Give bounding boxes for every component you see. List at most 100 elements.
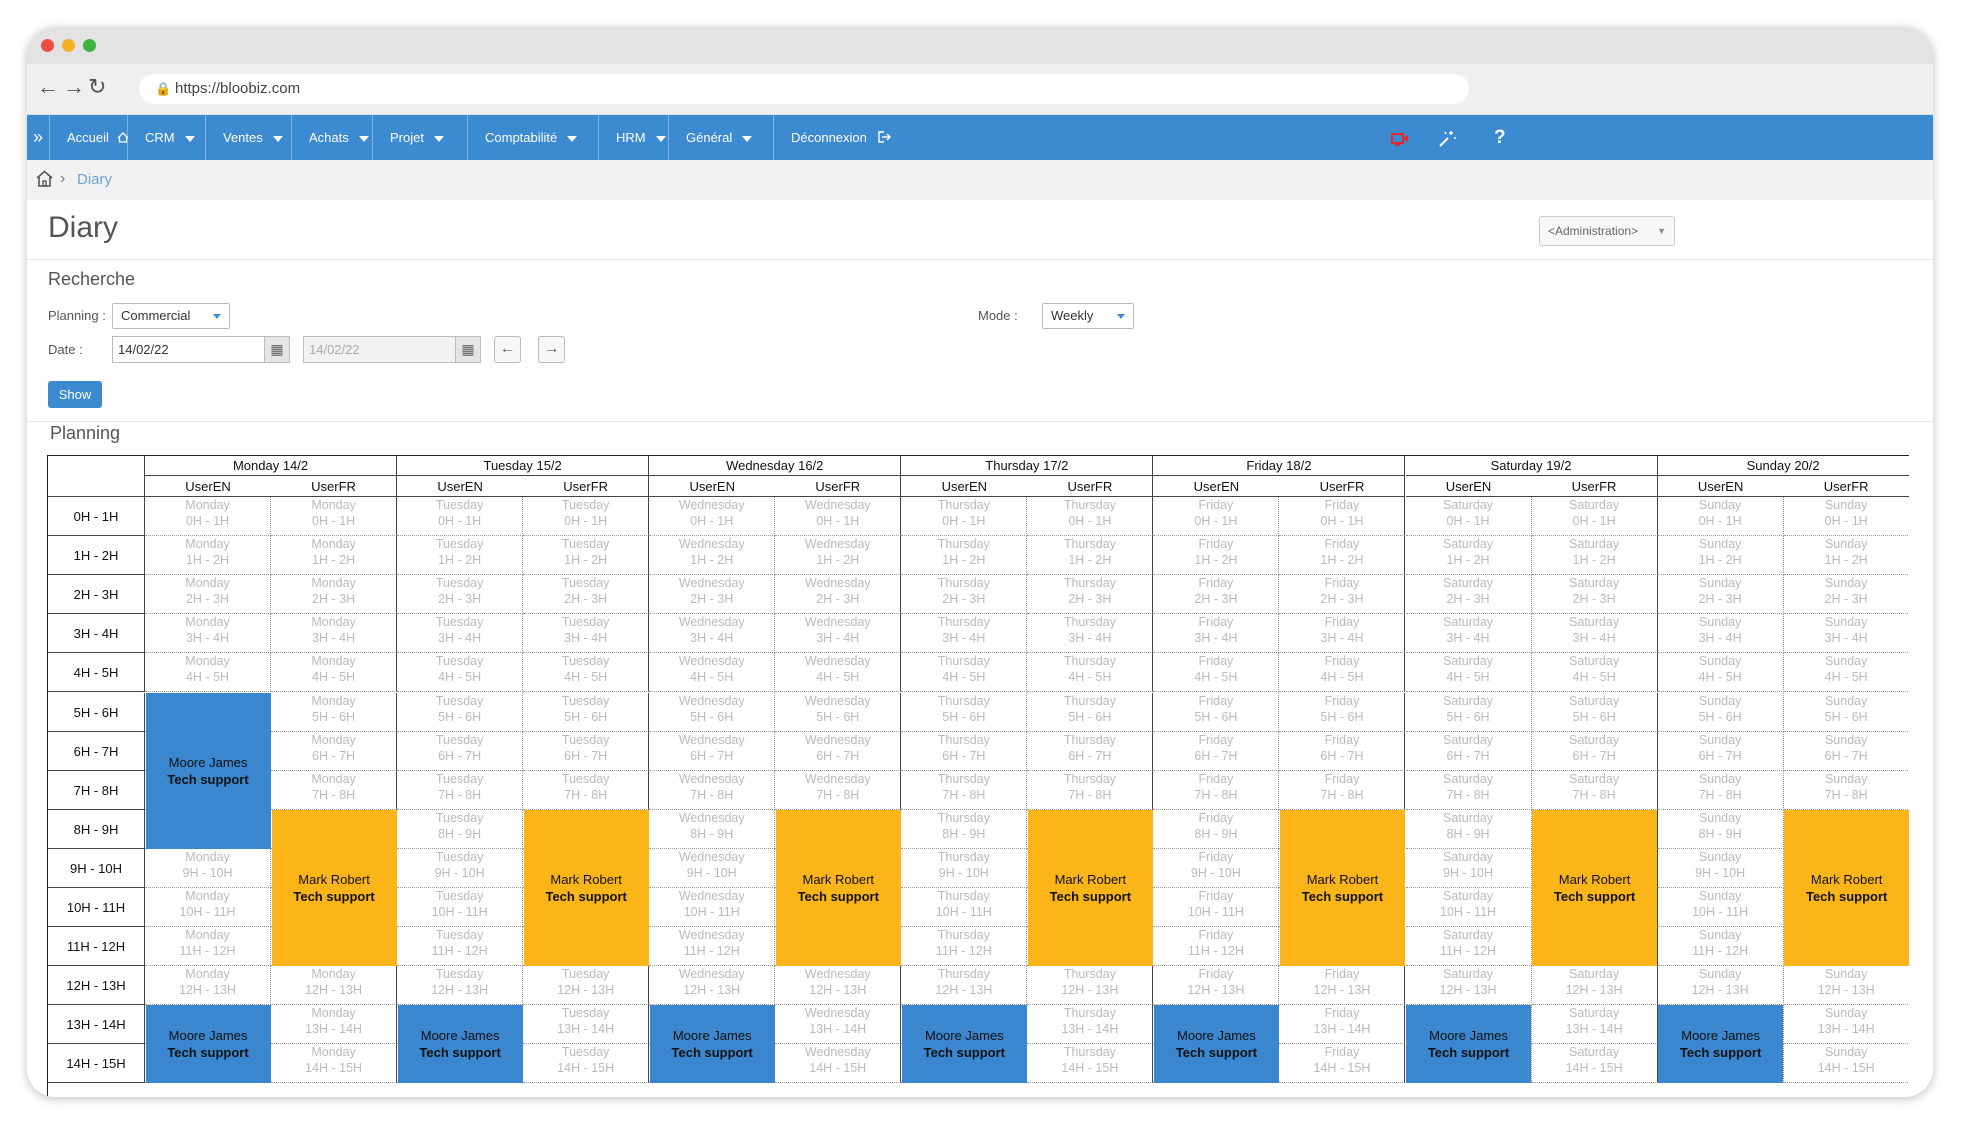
calendar-cell[interactable]: Friday 7H - 8H bbox=[1279, 770, 1406, 810]
calendar-cell[interactable]: Saturday9H - 10H bbox=[1405, 848, 1532, 888]
calendar-cell[interactable]: Wednesday 0H - 1H bbox=[775, 497, 902, 537]
calendar-cell[interactable]: Friday 0H - 1H bbox=[1153, 497, 1280, 537]
date-from-input[interactable]: 14/02/22 ▦ bbox=[112, 336, 290, 363]
calendar-cell[interactable]: Sunday 1H - 2H bbox=[1657, 536, 1784, 576]
calendar-cell[interactable]: Saturday 4H - 5H bbox=[1531, 653, 1658, 693]
calendar-cell[interactable]: Monday9H - 10H bbox=[145, 848, 272, 888]
previous-week-button[interactable]: ← bbox=[494, 336, 521, 363]
calendar-cell[interactable]: Tuesday 5H - 6H bbox=[397, 692, 524, 732]
calendar-cell[interactable]: Monday 3H - 4H bbox=[271, 614, 398, 654]
calendar-cell[interactable]: Sunday 12H - 13H bbox=[1783, 966, 1909, 1006]
calendar-cell[interactable]: Sunday13H - 14H bbox=[1783, 1005, 1909, 1045]
calendar-cell[interactable]: Saturday 5H - 6H bbox=[1405, 692, 1532, 732]
calendar-cell[interactable]: Tuesday 6H - 7H bbox=[397, 731, 524, 771]
calendar-cell[interactable]: Friday14H - 15H bbox=[1279, 1044, 1406, 1084]
calendar-cell[interactable]: Sunday 5H - 6H bbox=[1657, 692, 1784, 732]
menu-item-accueil[interactable]: Accueil bbox=[67, 115, 129, 160]
calendar-cell[interactable]: Friday8H - 9H bbox=[1153, 809, 1280, 849]
calendar-cell[interactable]: Sunday9H - 10H bbox=[1657, 848, 1784, 888]
calendar-cell[interactable]: Sunday 4H - 5H bbox=[1657, 653, 1784, 693]
calendar-event[interactable]: Mark Robert Tech support bbox=[271, 809, 397, 967]
calendar-cell[interactable]: Friday 2H - 3H bbox=[1153, 575, 1280, 615]
calendar-cell[interactable]: Thursday 10H - 11H bbox=[901, 888, 1028, 928]
calendar-event[interactable]: Mark Robert Tech support bbox=[523, 809, 649, 967]
video-icon[interactable] bbox=[1391, 115, 1409, 160]
calendar-cell[interactable]: Tuesday 5H - 6H bbox=[523, 692, 650, 732]
calendar-cell[interactable]: Thursday 1H - 2H bbox=[901, 536, 1028, 576]
calendar-cell[interactable]: Friday 0H - 1H bbox=[1279, 497, 1406, 537]
maximize-window-button[interactable] bbox=[83, 39, 96, 52]
calendar-cell[interactable]: Thursday 12H - 13H bbox=[1027, 966, 1154, 1006]
calendar-cell[interactable]: Monday11H - 12H bbox=[145, 927, 272, 967]
calendar-cell[interactable]: Thursday 2H - 3H bbox=[901, 575, 1028, 615]
calendar-cell[interactable]: Thursday 4H - 5H bbox=[901, 653, 1028, 693]
calendar-cell[interactable]: Tuesday 4H - 5H bbox=[397, 653, 524, 693]
calendar-cell[interactable]: Friday 6H - 7H bbox=[1279, 731, 1406, 771]
calendar-cell[interactable]: Saturday 10H - 11H bbox=[1405, 888, 1532, 928]
calendar-cell[interactable]: Monday 3H - 4H bbox=[145, 614, 272, 654]
calendar-cell[interactable]: Wednesday 5H - 6H bbox=[775, 692, 902, 732]
menu-item-comptabilite[interactable]: Comptabilité bbox=[485, 115, 578, 160]
calendar-cell[interactable]: Friday 7H - 8H bbox=[1153, 770, 1280, 810]
calendar-cell[interactable]: Friday9H - 10H bbox=[1153, 848, 1280, 888]
help-icon[interactable]: ? bbox=[1494, 115, 1506, 160]
calendar-cell[interactable]: Monday 12H - 13H bbox=[145, 966, 272, 1006]
calendar-cell[interactable]: Monday 2H - 3H bbox=[145, 575, 272, 615]
calendar-cell[interactable]: Wednesday11H - 12H bbox=[649, 927, 776, 967]
home-icon[interactable] bbox=[35, 170, 54, 191]
calendar-cell[interactable]: Tuesday8H - 9H bbox=[397, 809, 524, 849]
calendar-cell[interactable]: Sunday 2H - 3H bbox=[1657, 575, 1784, 615]
calendar-cell[interactable]: Friday 4H - 5H bbox=[1279, 653, 1406, 693]
calendar-event[interactable]: Moore James Tech support bbox=[145, 1005, 271, 1084]
calendar-cell[interactable]: Wednesday 0H - 1H bbox=[649, 497, 776, 537]
calendar-cell[interactable]: Monday7H - 8H bbox=[271, 770, 398, 810]
calendar-cell[interactable]: Thursday 4H - 5H bbox=[1027, 653, 1154, 693]
calendar-cell[interactable]: Wednesday 4H - 5H bbox=[649, 653, 776, 693]
menu-item-achats[interactable]: Achats bbox=[309, 115, 369, 160]
calendar-cell[interactable]: Friday11H - 12H bbox=[1153, 927, 1280, 967]
breadcrumb-current[interactable]: Diary bbox=[77, 171, 112, 188]
calendar-cell[interactable]: Friday 5H - 6H bbox=[1279, 692, 1406, 732]
calendar-cell[interactable]: Friday 1H - 2H bbox=[1153, 536, 1280, 576]
calendar-event[interactable]: Moore James Tech support bbox=[901, 1005, 1027, 1084]
calendar-cell[interactable]: Tuesday 12H - 13H bbox=[523, 966, 650, 1006]
calendar-cell[interactable]: Sunday 1H - 2H bbox=[1783, 536, 1909, 576]
calendar-cell[interactable]: Wednesday 1H - 2H bbox=[649, 536, 776, 576]
calendar-cell[interactable]: Tuesday 2H - 3H bbox=[397, 575, 524, 615]
calendar-cell[interactable]: Sunday8H - 9H bbox=[1657, 809, 1784, 849]
calendar-cell[interactable]: Tuesday 3H - 4H bbox=[397, 614, 524, 654]
minimize-window-button[interactable] bbox=[62, 39, 75, 52]
calendar-cell[interactable]: Thursday8H - 9H bbox=[901, 809, 1028, 849]
calendar-cell[interactable]: Saturday 2H - 3H bbox=[1405, 575, 1532, 615]
menu-item-deconnexion[interactable]: Déconnexion bbox=[791, 115, 891, 160]
calendar-cell[interactable]: Sunday 0H - 1H bbox=[1783, 497, 1909, 537]
reload-icon[interactable]: ↻ bbox=[88, 75, 106, 99]
calendar-cell[interactable]: Sunday 4H - 5H bbox=[1783, 653, 1909, 693]
calendar-cell[interactable]: Thursday 3H - 4H bbox=[901, 614, 1028, 654]
calendar-icon[interactable]: ▦ bbox=[264, 337, 289, 362]
calendar-cell[interactable]: Saturday 5H - 6H bbox=[1531, 692, 1658, 732]
calendar-cell[interactable]: Monday14H - 15H bbox=[271, 1044, 398, 1084]
calendar-cell[interactable]: Thursday 6H - 7H bbox=[1027, 731, 1154, 771]
calendar-cell[interactable]: Saturday 1H - 2H bbox=[1405, 536, 1532, 576]
calendar-cell[interactable]: Saturday 1H - 2H bbox=[1531, 536, 1658, 576]
calendar-cell[interactable]: Tuesday 1H - 2H bbox=[523, 536, 650, 576]
calendar-cell[interactable]: Thursday 5H - 6H bbox=[1027, 692, 1154, 732]
calendar-cell[interactable]: Friday 4H - 5H bbox=[1153, 653, 1280, 693]
next-week-button[interactable]: → bbox=[538, 336, 565, 363]
calendar-cell[interactable]: Wednesday 2H - 3H bbox=[775, 575, 902, 615]
calendar-cell[interactable]: Thursday 12H - 13H bbox=[901, 966, 1028, 1006]
calendar-cell[interactable]: Tuesday11H - 12H bbox=[397, 927, 524, 967]
calendar-cell[interactable]: Saturday14H - 15H bbox=[1531, 1044, 1658, 1084]
calendar-cell[interactable]: Monday13H - 14H bbox=[271, 1005, 398, 1045]
calendar-cell[interactable]: Saturday 6H - 7H bbox=[1405, 731, 1532, 771]
calendar-cell[interactable]: Tuesday 7H - 8H bbox=[523, 770, 650, 810]
back-arrow-icon[interactable]: ← bbox=[37, 75, 59, 99]
close-window-button[interactable] bbox=[41, 39, 54, 52]
calendar-cell[interactable]: Wednesday 3H - 4H bbox=[649, 614, 776, 654]
calendar-cell[interactable]: Thursday14H - 15H bbox=[1027, 1044, 1154, 1084]
calendar-cell[interactable]: Monday 0H - 1H bbox=[145, 497, 272, 537]
calendar-event[interactable]: Mark Robert Tech support bbox=[1784, 809, 1909, 967]
calendar-cell[interactable]: Wednesday13H - 14H bbox=[775, 1005, 902, 1045]
calendar-cell[interactable]: Saturday 3H - 4H bbox=[1531, 614, 1658, 654]
